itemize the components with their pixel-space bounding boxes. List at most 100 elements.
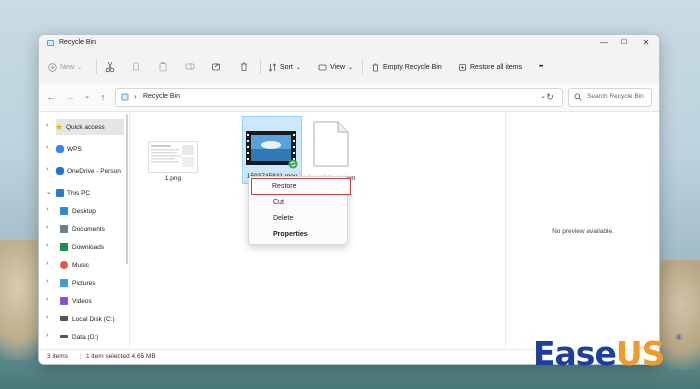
minimize-button[interactable]: — bbox=[594, 37, 614, 49]
file-item[interactable]: dxy_trial.exe.tem bbox=[302, 117, 360, 183]
desktop-icon bbox=[60, 207, 68, 215]
copy-icon[interactable] bbox=[131, 60, 141, 74]
explorer-window: Recycle Bin — ☐ ✕ New ⌄ Sort ⌄ View ⌄ Em… bbox=[38, 34, 660, 365]
paste-icon[interactable] bbox=[158, 60, 168, 74]
empty-recycle-bin-label: Empty Recycle Bin bbox=[383, 63, 442, 71]
drive-icon bbox=[60, 335, 68, 338]
sidebar-scrollbar[interactable] bbox=[126, 114, 128, 264]
star-icon: ★ bbox=[55, 121, 64, 132]
sidebar-item-label: Data (D:) bbox=[72, 333, 99, 341]
chevron-right-icon: › bbox=[134, 92, 137, 101]
refresh-icon[interactable]: ↻ bbox=[544, 91, 556, 103]
pictures-icon bbox=[60, 279, 68, 287]
back-arrow-icon[interactable]: ← bbox=[45, 91, 57, 103]
sidebar-item-quick-access[interactable]: ★ Quick access bbox=[55, 119, 124, 135]
title-bar: Recycle Bin — ☐ ✕ bbox=[39, 35, 659, 51]
onedrive-icon bbox=[56, 167, 64, 175]
sidebar-item-downloads[interactable]: Downloads bbox=[39, 239, 125, 255]
music-icon bbox=[60, 261, 68, 269]
new-button[interactable]: New ⌄ bbox=[48, 60, 82, 74]
file-item[interactable]: 1.png bbox=[144, 117, 202, 183]
menu-item-label: Delete bbox=[273, 215, 294, 222]
registered-mark: ® bbox=[676, 333, 682, 342]
restore-icon bbox=[459, 63, 466, 71]
sort-icon bbox=[268, 62, 277, 72]
window-title: Recycle Bin bbox=[59, 39, 96, 46]
share-icon[interactable] bbox=[211, 60, 221, 74]
recycle-bin-icon bbox=[121, 93, 129, 101]
sidebar-item-pictures[interactable]: Pictures bbox=[39, 275, 125, 291]
view-label: View bbox=[330, 63, 346, 71]
chevron-right-icon[interactable]: › bbox=[46, 122, 48, 129]
sidebar-item-desktop[interactable]: Desktop bbox=[39, 203, 125, 219]
view-icon bbox=[318, 64, 327, 70]
restore-all-label: Restore all items bbox=[470, 63, 523, 71]
sidebar-item-data-d[interactable]: Data (D:) bbox=[39, 329, 125, 345]
preview-pane: No preview available. bbox=[505, 112, 659, 349]
more-options-button[interactable]: ••• bbox=[539, 60, 543, 74]
search-placeholder: Search Recycle Bin bbox=[587, 93, 644, 100]
sidebar-item-onedrive[interactable]: OneDrive - Person bbox=[39, 163, 125, 179]
up-arrow-icon[interactable]: ↑ bbox=[97, 91, 109, 103]
sidebar-item-label: Desktop bbox=[72, 207, 96, 215]
drive-icon bbox=[60, 316, 68, 321]
delete-icon[interactable] bbox=[239, 60, 249, 74]
search-input[interactable]: Search Recycle Bin bbox=[568, 88, 652, 107]
menu-item-label: Restore bbox=[272, 183, 297, 190]
navigation-pane: ★ Quick access › › WPS › OneDrive - Pers… bbox=[39, 112, 130, 349]
toolbar-divider bbox=[260, 60, 261, 74]
address-bar[interactable]: › Recycle Bin ⌄ bbox=[115, 88, 563, 107]
sidebar-item-videos[interactable]: Videos bbox=[39, 293, 125, 309]
sidebar-item-label: WPS bbox=[67, 145, 82, 153]
new-icon bbox=[48, 62, 57, 72]
status-divider: | bbox=[80, 353, 82, 360]
command-bar: New ⌄ Sort ⌄ View ⌄ Empty Recycle Bin Re… bbox=[39, 51, 659, 84]
restore-all-button[interactable]: Restore all items bbox=[458, 60, 522, 74]
sidebar-item-music[interactable]: Music bbox=[39, 257, 125, 273]
toolbar-divider bbox=[362, 60, 363, 74]
forward-arrow-icon[interactable]: → bbox=[64, 91, 76, 103]
sort-button[interactable]: Sort ⌄ bbox=[268, 60, 301, 74]
empty-bin-icon bbox=[372, 63, 379, 71]
menu-item-properties[interactable]: Properties bbox=[253, 227, 343, 242]
sidebar-item-this-pc[interactable]: This PC bbox=[39, 185, 125, 201]
documents-icon bbox=[60, 225, 68, 233]
menu-item-restore[interactable]: Restore bbox=[251, 178, 351, 195]
selection-info: 1 item selected 4.65 MB bbox=[86, 353, 156, 360]
view-button[interactable]: View ⌄ bbox=[318, 60, 353, 74]
sidebar-item-documents[interactable]: Documents bbox=[39, 221, 125, 237]
rename-icon[interactable] bbox=[185, 60, 195, 74]
chevron-down-icon: ⌄ bbox=[348, 64, 354, 71]
sidebar-item-local-disk-c[interactable]: Local Disk (C:) bbox=[39, 311, 125, 327]
sidebar-item-label: Local Disk (C:) bbox=[72, 315, 115, 323]
sidebar-item-label: This PC bbox=[67, 189, 91, 197]
menu-item-cut[interactable]: Cut bbox=[253, 195, 343, 210]
sidebar-item-label: Quick access bbox=[66, 123, 105, 131]
downloads-icon bbox=[60, 243, 68, 251]
sync-badge-icon bbox=[288, 159, 298, 169]
context-menu: Restore Cut Delete Properties bbox=[248, 176, 351, 245]
sidebar-item-label: Documents bbox=[72, 225, 105, 233]
sidebar-item-label: OneDrive - Person bbox=[67, 167, 121, 175]
file-name: 1.png bbox=[164, 175, 182, 182]
computer-icon bbox=[56, 189, 64, 197]
sidebar-item-wps[interactable]: WPS bbox=[39, 141, 125, 157]
search-icon bbox=[574, 93, 582, 101]
chevron-down-icon: ⌄ bbox=[295, 64, 301, 71]
cloud-icon bbox=[56, 145, 64, 153]
empty-recycle-bin-button[interactable]: Empty Recycle Bin bbox=[371, 60, 442, 74]
recycle-bin-icon bbox=[47, 40, 54, 46]
sidebar-item-label: Downloads bbox=[72, 243, 105, 251]
sidebar-item-label: Pictures bbox=[72, 279, 96, 287]
file-item-selected[interactable]: 1593745841.mov bbox=[242, 116, 302, 184]
sort-label: Sort bbox=[280, 63, 293, 71]
chevron-down-icon[interactable]: ⌄ bbox=[81, 91, 93, 103]
cut-icon[interactable] bbox=[105, 60, 115, 74]
chevron-down-icon: ⌄ bbox=[77, 64, 83, 71]
maximize-button[interactable]: ☐ bbox=[614, 37, 634, 49]
blank-file-icon bbox=[313, 121, 349, 167]
close-button[interactable]: ✕ bbox=[636, 37, 656, 49]
menu-item-delete[interactable]: Delete bbox=[253, 211, 343, 226]
easeus-logo: EaseUS bbox=[533, 334, 665, 373]
toolbar-divider bbox=[96, 60, 97, 74]
